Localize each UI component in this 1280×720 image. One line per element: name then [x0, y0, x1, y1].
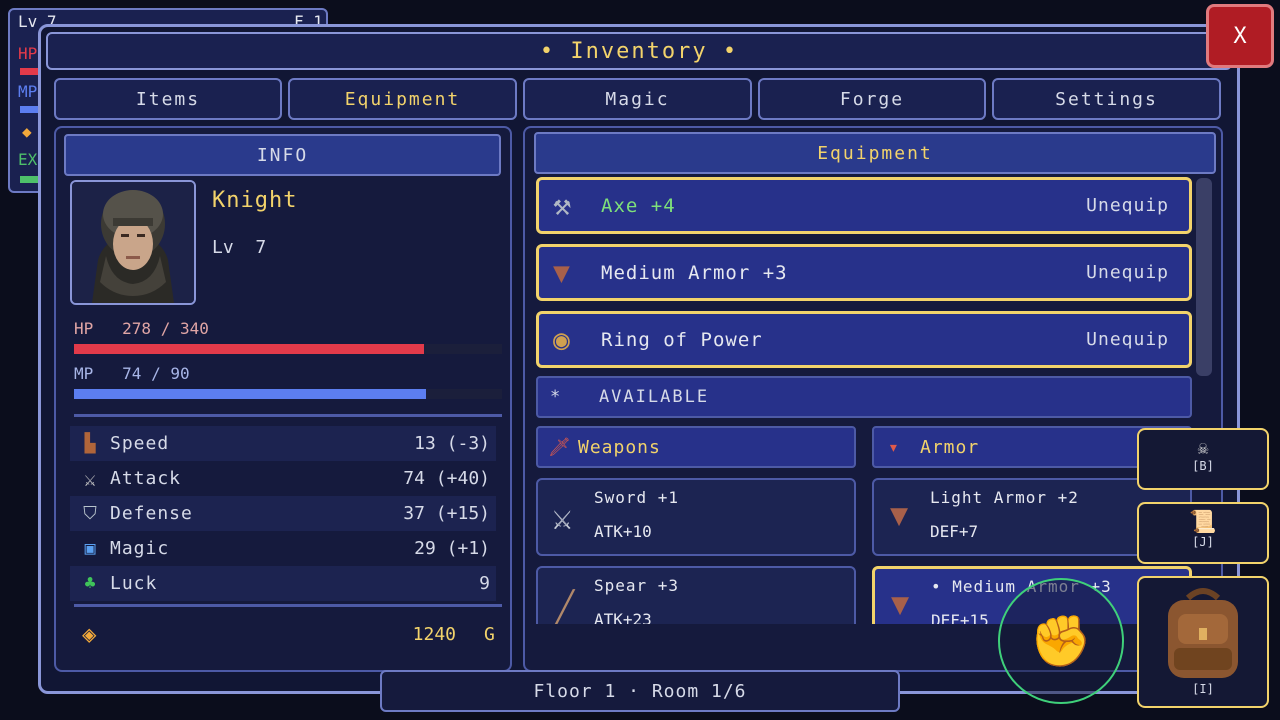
light-armor-icon: ▼	[890, 498, 909, 533]
character-name: Knight	[212, 188, 298, 213]
tab-settings[interactable]: Settings	[992, 78, 1221, 120]
stat-row-defense: ⛉ Defense 37 (+15)	[70, 496, 496, 531]
quickslot-journal[interactable]: 📜 [J]	[1137, 502, 1269, 564]
stats-divider-bottom	[74, 604, 502, 607]
tab-forge[interactable]: Forge	[758, 78, 986, 120]
gold-amount: 1240	[412, 624, 456, 645]
character-portrait	[70, 180, 196, 305]
stats-divider-top	[74, 414, 502, 417]
hp-bar-fill	[74, 344, 425, 354]
tab-magic[interactable]: Magic	[523, 78, 752, 120]
crossed-swords-icon: ⚔	[83, 466, 97, 491]
backpack-icon	[1168, 588, 1238, 678]
equipped-item[interactable]: ▼ Medium Armor +3 Unequip	[536, 244, 1192, 301]
gauntlet-icon: ✊	[1029, 611, 1093, 670]
unequip-button[interactable]: Unequip	[1086, 195, 1169, 216]
attack-action-button[interactable]: ✊	[998, 578, 1124, 704]
weapons-category-button[interactable]: 🗡 Weapons	[536, 426, 856, 468]
spear-icon: ╱	[556, 590, 575, 624]
bestiary-icon: ☠	[1197, 438, 1209, 459]
available-header: * AVAILABLE	[536, 376, 1192, 418]
quickslot-inventory[interactable]: [I]	[1137, 576, 1269, 708]
mp-bar	[74, 389, 502, 399]
knight-portrait-image	[72, 182, 194, 303]
mp-bar-fill	[74, 389, 426, 399]
quickslot-bestiary[interactable]: ☠ [B]	[1137, 428, 1269, 490]
mp-text: MP 74 / 90	[74, 364, 190, 383]
clover-icon: ♣	[84, 573, 96, 594]
sword-icon: 🗡	[548, 436, 571, 458]
stat-row-luck: ♣ Luck 9	[70, 566, 496, 601]
stat-row-speed: ▙ Speed 13 (-3)	[70, 426, 496, 461]
inventory-title-bar: • Inventory •	[46, 32, 1232, 70]
armor-category-icon: ▾	[888, 436, 899, 458]
equipped-item[interactable]: ◉ Ring of Power Unequip	[536, 311, 1192, 368]
unequip-button[interactable]: Unequip	[1086, 262, 1169, 283]
equipped-item[interactable]: ⚒ Axe +4 Unequip	[536, 177, 1192, 234]
tab-items[interactable]: Items	[54, 78, 282, 120]
spellbook-icon: ▣	[84, 538, 96, 559]
hud-mp-label: MP	[18, 82, 38, 101]
shield-icon: ⛉	[83, 503, 97, 524]
boots-icon: ▙	[84, 433, 96, 454]
stat-row-magic: ▣ Magic 29 (+1)	[70, 531, 496, 566]
hud-gold-icon: ◆	[22, 122, 32, 141]
equipment-scrollbar[interactable]	[1196, 178, 1212, 376]
list-item[interactable]: ⚔ Sword +1 ATK+10	[536, 478, 856, 556]
stats-list: ▙ Speed 13 (-3) ⚔ Attack 74 (+40) ⛉ Defe…	[70, 426, 496, 601]
equipment-header: Equipment	[534, 132, 1216, 174]
close-icon: X	[1233, 23, 1247, 49]
unequip-button[interactable]: Unequip	[1086, 329, 1169, 350]
tab-equipment[interactable]: Equipment	[288, 78, 517, 120]
list-item[interactable]: ╱ Spear +3 ATK+23	[536, 566, 856, 624]
ring-icon: ◉	[553, 323, 570, 356]
journal-scroll-icon: 📜	[1189, 510, 1217, 535]
hud-hp-label: HP	[18, 44, 38, 63]
gold-coin-icon: ◈	[82, 620, 97, 648]
character-level: Lv 7	[212, 237, 267, 258]
hp-text: HP 278 / 340	[74, 319, 209, 338]
hp-bar	[74, 344, 502, 354]
close-button[interactable]: X	[1206, 4, 1274, 68]
hud-exp-label: EX	[18, 150, 38, 169]
axe-icon: ⚒	[553, 188, 572, 223]
medium-armor-icon: ▼	[891, 587, 910, 622]
stat-row-attack: ⚔ Attack 74 (+40)	[70, 461, 496, 496]
gold-unit: G	[484, 624, 495, 645]
inventory-title: • Inventory •	[539, 38, 739, 64]
location-bar: Floor 1 · Room 1/6	[380, 670, 900, 712]
sword-item-icon: ⚔	[552, 498, 573, 538]
info-header: INFO	[64, 134, 501, 176]
armor-icon: ▼	[553, 256, 570, 289]
